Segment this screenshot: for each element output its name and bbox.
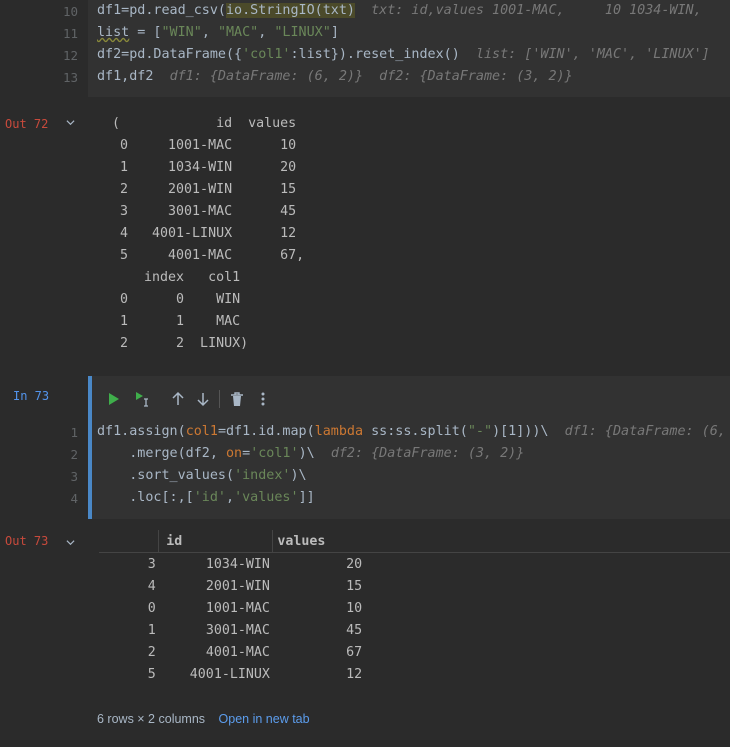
output-line: 0 0 WIN (112, 292, 241, 307)
in73-code-line[interactable]: .merge(df2, on='col1')\ df2: {DataFrame:… (97, 446, 524, 461)
more-options-icon[interactable] (254, 390, 272, 408)
cell-id: 4001-MAC (205, 644, 270, 660)
top-code-line[interactable]: list = ["WIN", "MAC", "LINUX"] (97, 25, 339, 40)
output-line: 1 1 MAC (112, 314, 241, 329)
cell-values: 67 (346, 644, 363, 660)
output-line: 0 1001-MAC 10 (112, 138, 297, 153)
chevron-down-icon[interactable] (66, 118, 75, 127)
line-number: 1 (70, 425, 78, 440)
out-72-label: Out 72 (5, 117, 49, 131)
trash-icon[interactable] (228, 390, 246, 408)
line-number: 10 (62, 4, 78, 19)
cell-values: 15 (346, 578, 363, 594)
line-number: 12 (62, 48, 78, 63)
top-code-line[interactable]: df1,df2 df1: {DataFrame: (6, 2)} df2: {D… (97, 69, 573, 84)
run-debug-icon[interactable] (133, 390, 151, 408)
row-index: 3 (147, 556, 156, 572)
table-row: 3 1034-WIN 20 (99, 553, 730, 576)
cell-id: 1001-MAC (205, 600, 270, 616)
table-row: 4 2001-WIN 15 (99, 575, 730, 597)
output-line: 3 3001-MAC 45 (112, 204, 297, 219)
output-line: ( id values (112, 116, 297, 131)
output-line: 2 2 LINUX) (112, 336, 249, 351)
top-code-line[interactable]: df1=pd.read_csv(io.StringIO(txt) txt: id… (97, 3, 702, 18)
open-in-new-tab-link[interactable]: Open in new tab (219, 712, 310, 726)
cell-values: 20 (346, 556, 363, 572)
column-header-id[interactable]: id (159, 530, 273, 553)
output-line: 5 4001-MAC 67, (112, 248, 305, 263)
cell-values: 45 (346, 622, 363, 638)
line-number: 13 (62, 70, 78, 85)
out-73-label: Out 73 (5, 534, 49, 548)
in73-code-line[interactable]: .loc[:,['id','values']] (97, 490, 314, 505)
cell-values: 10 (346, 600, 363, 616)
line-number: 11 (62, 26, 78, 41)
output-line: 1 1034-WIN 20 (112, 160, 297, 175)
run-cell-icon[interactable] (104, 390, 122, 408)
row-index: 0 (147, 600, 156, 616)
line-number: 4 (70, 491, 78, 506)
line-number: 2 (70, 447, 78, 462)
output-line: 2 2001-WIN 15 (112, 182, 297, 197)
table-row: 2 4001-MAC 67 (99, 641, 730, 663)
row-index: 2 (147, 644, 156, 660)
cell-id: 3001-MAC (205, 622, 270, 638)
dataframe-table: id values 3 1034-WIN 20 4 2001-WIN 15 0 1001-MA… (99, 530, 730, 685)
row-count-summary: 6 rows × 2 columns (97, 712, 206, 726)
table-row: 0 1001-MAC 10 (99, 597, 730, 619)
line-number: 3 (70, 469, 78, 484)
top-code-line[interactable]: df2=pd.DataFrame({'col1':list}).reset_in… (97, 47, 710, 62)
column-header-values[interactable]: values (272, 530, 366, 553)
cell-id: 1034-WIN (205, 556, 270, 572)
arrow-down-icon[interactable] (194, 390, 212, 408)
table-footer: 6 rows × 2 columns Open in new tab (97, 712, 310, 726)
cell-id: 4001-LINUX (189, 666, 270, 682)
row-index: 5 (147, 666, 156, 682)
index-header (99, 530, 160, 553)
row-index: 1 (147, 622, 156, 638)
table-row: 1 3001-MAC 45 (99, 619, 730, 641)
row-index: 4 (147, 578, 156, 594)
in73-code-line[interactable]: df1.assign(col1=df1.id.map(lambda ss:ss.… (97, 424, 730, 439)
cell-id: 2001-WIN (205, 578, 270, 594)
output-line: index col1 (112, 270, 241, 285)
output-line: 4 4001-LINUX 12 (112, 226, 297, 241)
toolbar-divider (219, 390, 220, 408)
arrow-up-icon[interactable] (169, 390, 187, 408)
chevron-down-icon[interactable] (66, 538, 75, 547)
cell-values: 12 (346, 666, 363, 682)
in73-code-line[interactable]: .sort_values('index')\ (97, 468, 306, 483)
in-73-label: In 73 (13, 389, 50, 403)
table-row: 5 4001-LINUX 12 (99, 663, 730, 685)
